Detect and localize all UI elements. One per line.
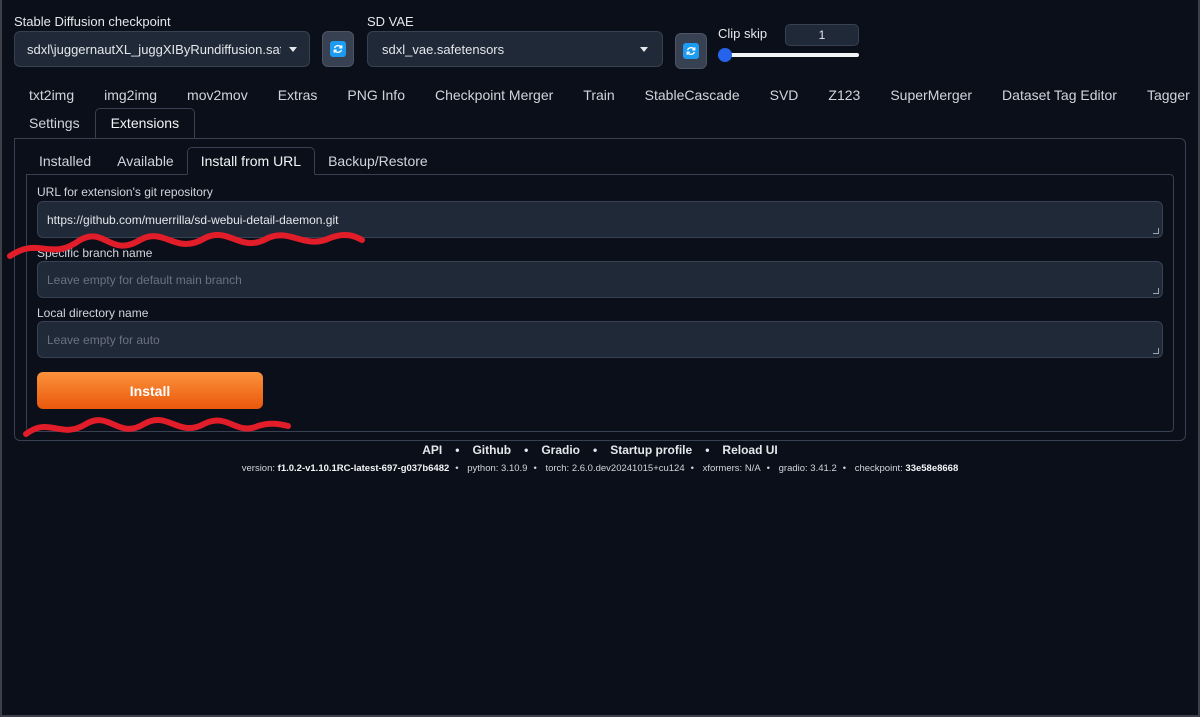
vae-label: SD VAE [367, 14, 414, 29]
version-value: f1.0.2-v1.10.1RC-latest-697-g037b6482 [277, 463, 450, 474]
slider-thumb[interactable] [718, 48, 732, 62]
footer-link-gradio[interactable]: Gradio [541, 443, 580, 457]
url-input-value: https://github.com/muerrilla/sd-webui-de… [47, 212, 339, 227]
checkpoint-dropdown[interactable]: sdxl\juggernautXL_juggXIByRundiffusion.s… [14, 31, 310, 67]
resize-grip-icon[interactable] [1153, 228, 1159, 234]
main-tab-row-1: txt2img img2img mov2mov Extras PNG Info Check… [14, 80, 1190, 110]
refresh-icon [683, 43, 699, 59]
clip-skip-number-input[interactable]: 1 [785, 24, 859, 46]
directory-input[interactable]: Leave empty for auto [37, 321, 1163, 358]
subtab-backup-restore[interactable]: Backup/Restore [315, 147, 441, 175]
checkpoint-hash: 33e58e8668 [905, 463, 959, 474]
footer-links: API • Github • Gradio • Startup profile • Reload… [0, 443, 1200, 457]
branch-field-label: Specific branch name [37, 246, 153, 260]
tab-z123[interactable]: Z123 [813, 80, 875, 110]
directory-field-label: Local directory name [37, 306, 149, 320]
tab-train[interactable]: Train [568, 80, 629, 110]
refresh-icon [330, 41, 346, 57]
extensions-sub-tab-bar: Installed Available Install from URL Backup… [26, 147, 441, 175]
tab-settings[interactable]: Settings [14, 108, 95, 138]
footer-link-reload-ui[interactable]: Reload UI [722, 443, 777, 457]
tab-png-info[interactable]: PNG Info [332, 80, 420, 110]
python-version: python: 3.10.9 [467, 463, 528, 474]
footer-version-info: version: f1.0.2-v1.10.1RC-latest-697-g03… [241, 463, 959, 474]
tab-extensions[interactable]: Extensions [94, 108, 196, 138]
version-label: version: [241, 463, 276, 474]
vae-refresh-button[interactable] [675, 33, 707, 69]
footer-separator: • [455, 443, 460, 457]
gradio-version: gradio: 3.41.2 [778, 463, 837, 474]
url-input[interactable]: https://github.com/muerrilla/sd-webui-de… [37, 201, 1163, 238]
tab-checkpoint-merger[interactable]: Checkpoint Merger [420, 80, 568, 110]
resize-grip-icon[interactable] [1153, 348, 1159, 354]
tab-stablecascade[interactable]: StableCascade [630, 80, 755, 110]
torch-version: torch: 2.6.0.dev20241015+cu124 [545, 463, 685, 474]
directory-input-placeholder: Leave empty for auto [47, 332, 160, 347]
install-button[interactable]: Install [37, 372, 263, 409]
slider-track [718, 53, 859, 57]
vae-dropdown[interactable]: sdxl_vae.safetensors [367, 31, 663, 67]
footer-separator: • [705, 443, 710, 457]
subtab-install-from-url[interactable]: Install from URL [186, 147, 316, 175]
clip-skip-slider[interactable] [718, 48, 859, 62]
footer-separator: • [592, 443, 598, 457]
resize-grip-icon[interactable] [1153, 288, 1159, 294]
tab-img2img[interactable]: img2img [89, 80, 172, 110]
main-tab-bar: txt2img img2img mov2mov Extras PNG Info Check… [14, 80, 1190, 138]
footer-separator: • [524, 443, 529, 457]
main-tab-row-2: Settings Extensions [14, 108, 1186, 138]
tab-tagger[interactable]: Tagger [1132, 80, 1200, 110]
footer-link-startup-profile[interactable]: Startup profile [610, 443, 692, 457]
footer-link-github[interactable]: Github [472, 443, 511, 457]
tab-svd[interactable]: SVD [755, 80, 814, 110]
vae-value: sdxl_vae.safetensors [382, 41, 505, 57]
url-field-label: URL for extension's git repository [37, 185, 213, 199]
checkpoint-label: Stable Diffusion checkpoint [14, 14, 171, 29]
checkpoint-refresh-button[interactable] [322, 31, 354, 67]
tab-dataset-tag-editor[interactable]: Dataset Tag Editor [987, 80, 1132, 110]
checkpoint-value: sdxl\juggernautXL_juggXIByRundiffusion.s… [27, 41, 281, 57]
tab-txt2img[interactable]: txt2img [14, 80, 89, 110]
footer-link-api[interactable]: API [422, 443, 442, 457]
tab-extras[interactable]: Extras [263, 80, 333, 110]
subtab-available[interactable]: Available [104, 147, 187, 175]
tab-mov2mov[interactable]: mov2mov [172, 80, 263, 110]
branch-input-placeholder: Leave empty for default main branch [47, 272, 242, 287]
subtab-installed[interactable]: Installed [26, 147, 104, 175]
chevron-down-icon [640, 46, 648, 52]
xformers-version: xformers: N/A [702, 463, 761, 474]
tab-supermerger[interactable]: SuperMerger [875, 80, 987, 110]
checkpoint-hash-label: checkpoint: [854, 463, 903, 474]
clip-skip-label: Clip skip [718, 26, 768, 41]
chevron-down-icon [289, 46, 297, 52]
branch-input[interactable]: Leave empty for default main branch [37, 261, 1163, 298]
